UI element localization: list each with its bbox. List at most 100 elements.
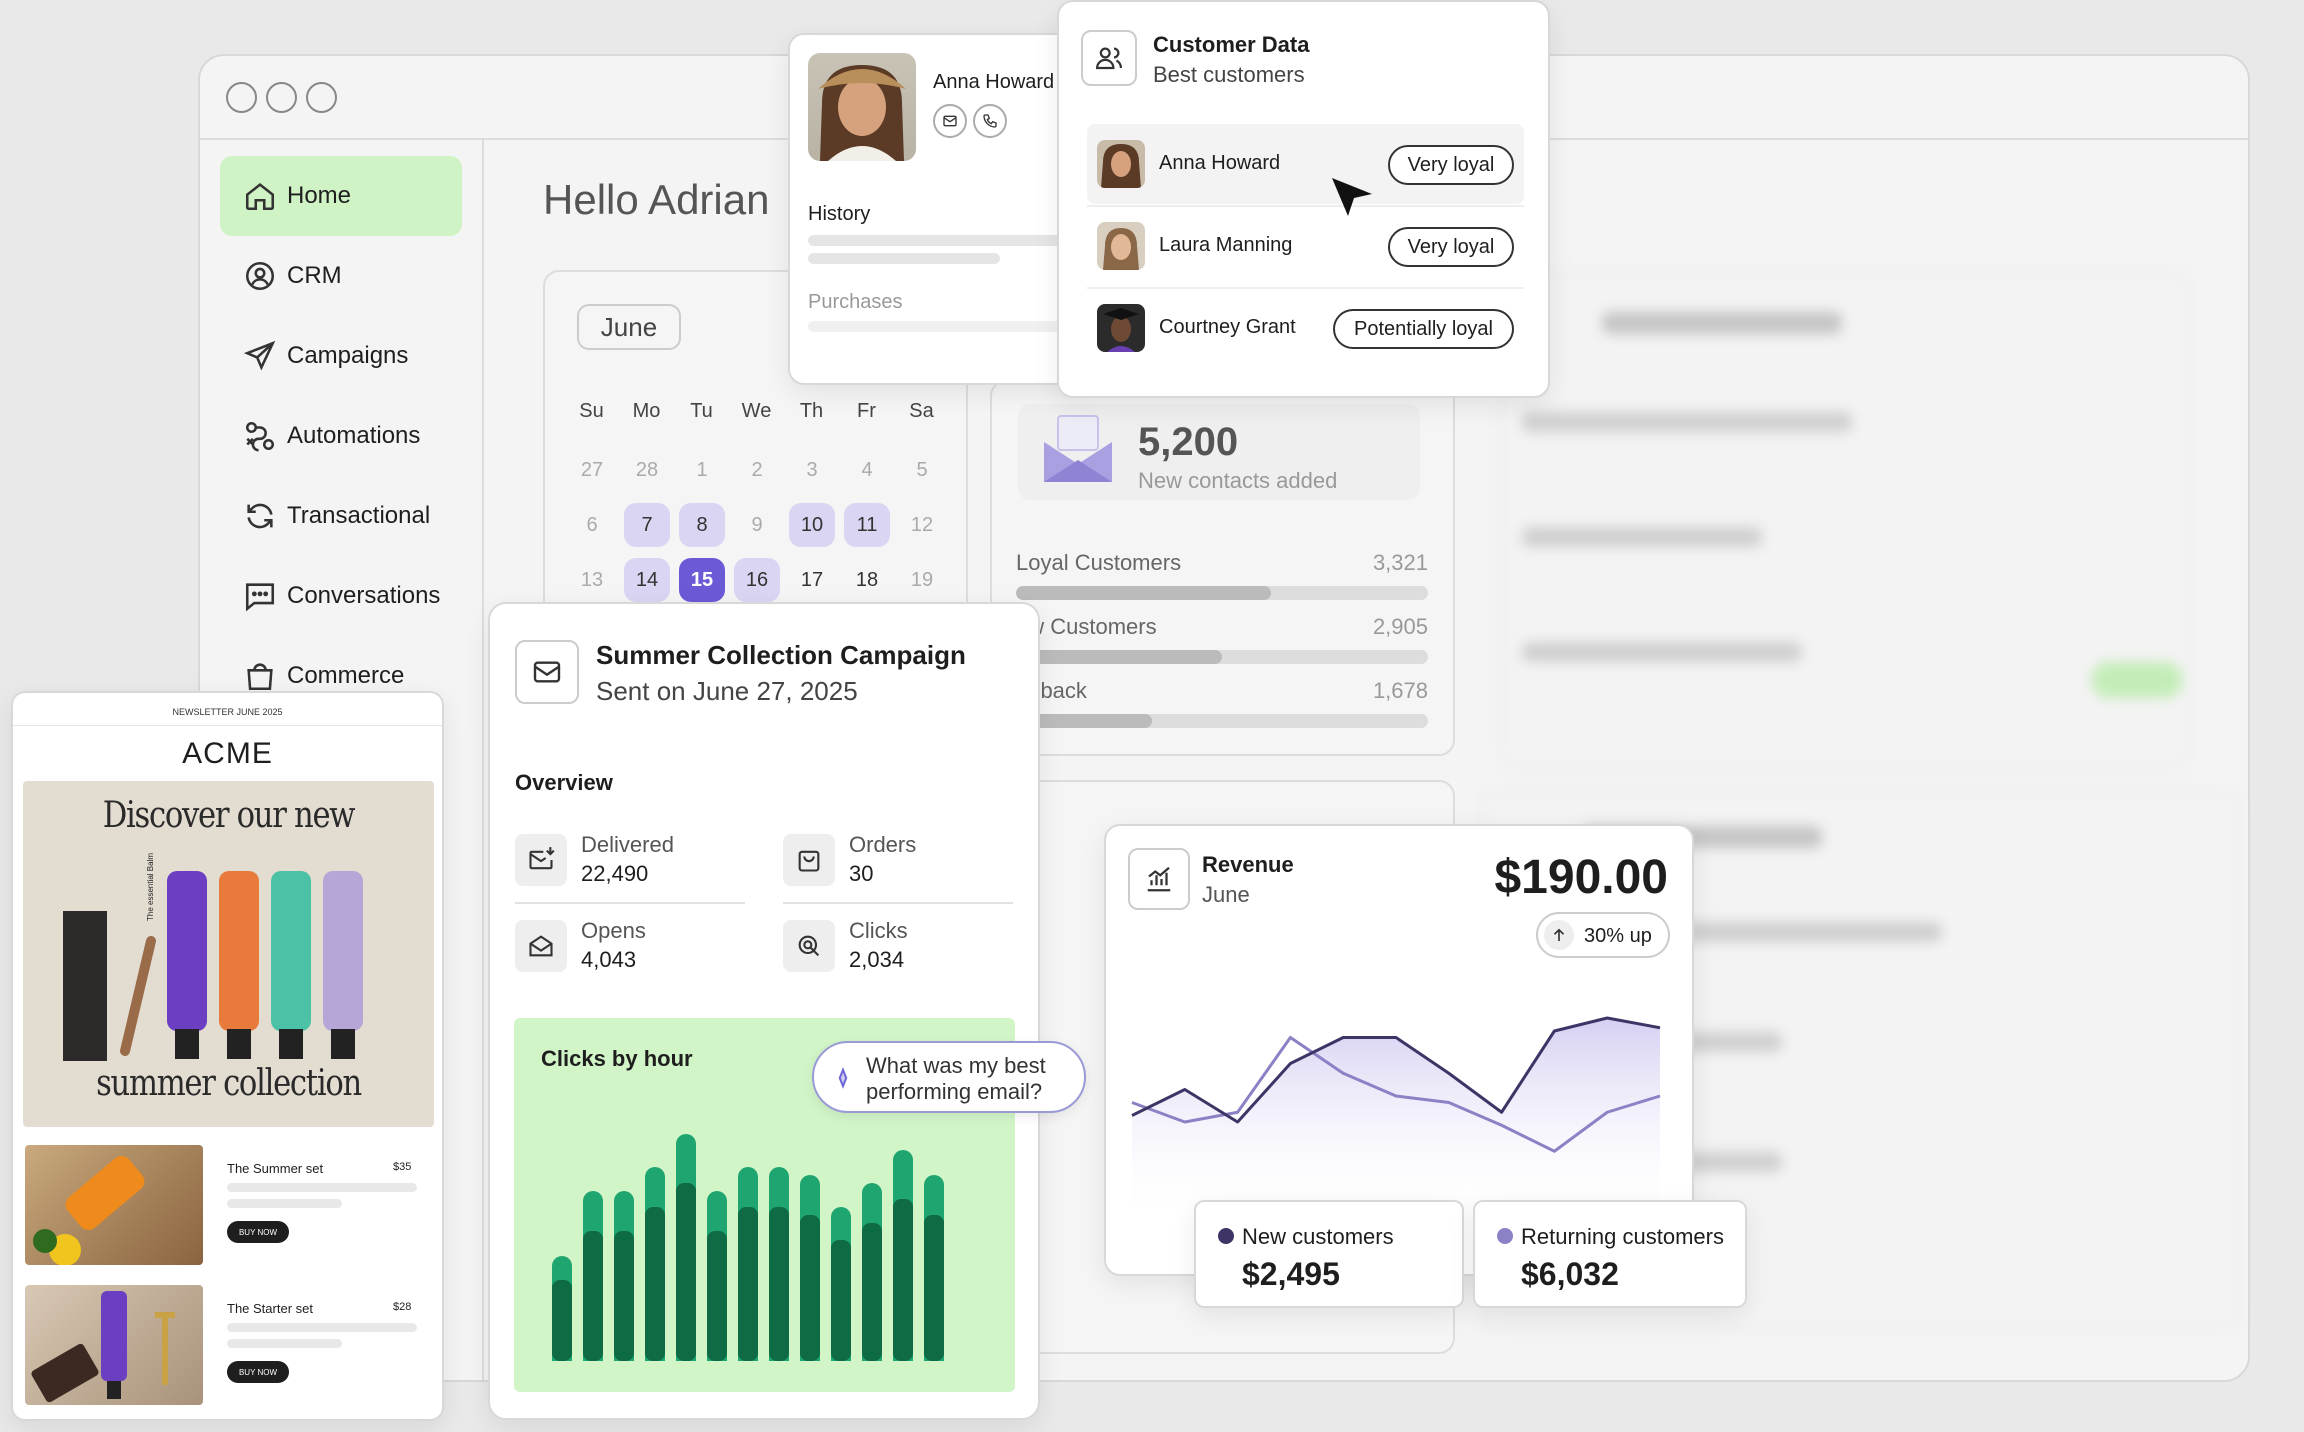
campaign-card: Summer Collection Campaign Sent on June … <box>488 602 1040 1420</box>
calendar-day[interactable]: 11 <box>844 503 890 547</box>
bar-segment <box>769 1207 789 1361</box>
calendar-day[interactable]: 6 <box>569 503 615 547</box>
bar-segment <box>862 1223 882 1361</box>
people-icon <box>1081 30 1137 86</box>
hero-image: Discover our new summer collection The e… <box>23 781 434 1127</box>
stat-opens: Opens 4,043 <box>515 918 745 990</box>
sidebar-item-label: Home <box>287 182 352 209</box>
area-fill <box>1132 1018 1660 1226</box>
placeholder-line <box>1522 642 1802 662</box>
segment-row: in-back 1,678 <box>1016 678 1428 728</box>
calendar-day[interactable]: 28 <box>624 448 670 492</box>
window-maximize-button[interactable] <box>306 82 337 113</box>
segment-bar <box>1016 586 1428 600</box>
customer-row[interactable]: Courtney Grant Potentially loyal <box>1087 288 1524 368</box>
customer-data-card: Customer Data Best customers Anna Howard… <box>1057 0 1550 398</box>
avatar <box>1097 222 1145 270</box>
stat-label: Clicks <box>849 918 908 943</box>
window-close-button[interactable] <box>226 82 257 113</box>
click-icon <box>783 920 835 972</box>
calendar-day[interactable]: 18 <box>844 558 890 602</box>
contacts-card: 5,200 New contacts added Loyal Customers… <box>990 380 1455 756</box>
revenue-period: June <box>1202 882 1250 907</box>
automation-icon <box>242 418 278 454</box>
ai-prompt-text: What was my best performing email? <box>866 1053 1046 1104</box>
stat-label: Orders <box>849 832 917 857</box>
calendar-day[interactable]: 13 <box>569 558 615 602</box>
bar-area <box>552 1118 1002 1361</box>
calendar-day[interactable]: 14 <box>624 558 670 602</box>
legend-label: New customers <box>1242 1224 1394 1249</box>
window-minimize-button[interactable] <box>266 82 297 113</box>
stat-value: 22,490 <box>581 861 649 886</box>
customer-row[interactable]: Anna Howard Very loyal <box>1087 124 1524 204</box>
ai-prompt-bubble[interactable]: What was my best performing email? <box>812 1041 1086 1113</box>
calendar-day[interactable]: 5 <box>899 448 945 492</box>
weekday-label: Mo <box>632 400 661 422</box>
calendar-day[interactable]: 2 <box>734 448 780 492</box>
placeholder-line <box>227 1199 342 1208</box>
calendar-day[interactable]: 27 <box>569 448 615 492</box>
calendar-day[interactable]: 15 <box>679 558 725 602</box>
bar-segment <box>583 1231 603 1361</box>
calendar-day[interactable]: 9 <box>734 503 780 547</box>
calendar-day[interactable]: 10 <box>789 503 835 547</box>
bar-segment <box>831 1239 851 1361</box>
stat-orders: Orders 30 <box>783 832 1013 904</box>
sidebar-item-home[interactable]: Home <box>220 156 462 236</box>
sidebar-item-label: Automations <box>287 422 421 449</box>
bar-segment <box>614 1231 634 1361</box>
buy-now-button[interactable]: BUY NOW <box>227 1221 289 1243</box>
stat-value: 2,034 <box>849 947 905 972</box>
customer-name: Anna Howard <box>1159 152 1281 174</box>
segment-value: 2,905 <box>1372 614 1428 639</box>
placeholder-pill <box>2092 662 2182 698</box>
calendar-day[interactable]: 3 <box>789 448 835 492</box>
brand-logo: ACME <box>182 737 273 770</box>
calendar-day[interactable]: 7 <box>624 503 670 547</box>
chat-icon <box>242 578 278 614</box>
calendar-day[interactable]: 12 <box>899 503 945 547</box>
calendar-day[interactable]: 16 <box>734 558 780 602</box>
profile-card: Anna Howard History Purchases <box>788 33 1088 385</box>
change-badge: 30% up <box>1536 912 1670 958</box>
contacts-count: 5,200 <box>1138 420 1239 464</box>
placeholder-line <box>227 1183 417 1192</box>
calendar-day[interactable]: 1 <box>679 448 725 492</box>
phone-button[interactable] <box>973 104 1007 138</box>
calendar-day[interactable]: 19 <box>899 558 945 602</box>
stat-delivered: Delivered 22,490 <box>515 832 745 904</box>
placeholder-line <box>1522 527 1762 547</box>
customer-row[interactable]: Laura Manning Very loyal <box>1087 206 1524 286</box>
segment-bar <box>1016 714 1428 728</box>
sidebar-item-label: Commerce <box>287 662 405 689</box>
sidebar-item-campaigns[interactable]: Campaigns <box>220 316 462 396</box>
calendar-day[interactable]: 4 <box>844 448 890 492</box>
sidebar-item-crm[interactable]: CRM <box>220 236 462 316</box>
planned-campaigns-card <box>1500 270 2190 770</box>
campaign-subtitle: Sent on June 27, 2025 <box>596 676 858 706</box>
home-icon <box>242 178 278 214</box>
placeholder-line <box>227 1339 342 1348</box>
purchases-label: Purchases <box>808 291 903 313</box>
legend-dot <box>1497 1228 1513 1244</box>
avatar <box>1097 140 1145 188</box>
chart-icon <box>1128 848 1190 910</box>
calendar-day[interactable]: 8 <box>679 503 725 547</box>
avatar <box>1097 304 1145 352</box>
email-button[interactable] <box>933 104 967 138</box>
buy-now-button[interactable]: BUY NOW <box>227 1361 289 1383</box>
calendar-day[interactable]: 17 <box>789 558 835 602</box>
mail-icon <box>515 640 579 704</box>
profile-name: Anna Howard <box>933 71 1055 93</box>
send-icon <box>242 338 278 374</box>
sidebar-item-automations[interactable]: Automations <box>220 396 462 476</box>
legend-value: $6,032 <box>1521 1256 1619 1292</box>
sidebar-item-transactional[interactable]: Transactional <box>220 476 462 556</box>
product-price: $35 <box>393 1161 412 1173</box>
month-selector[interactable]: June <box>577 304 681 350</box>
sidebar-item-conversations[interactable]: Conversations <box>220 556 462 636</box>
sidebar-item-label: Transactional <box>287 502 431 529</box>
stat-clicks: Clicks 2,034 <box>783 918 1013 990</box>
calendar-grid: Su Mo Tu We Th Fr Sa 27 28 1 2 3 4 5 6 7 8 9 10 11 12 13 14 15 1… <box>564 400 949 630</box>
